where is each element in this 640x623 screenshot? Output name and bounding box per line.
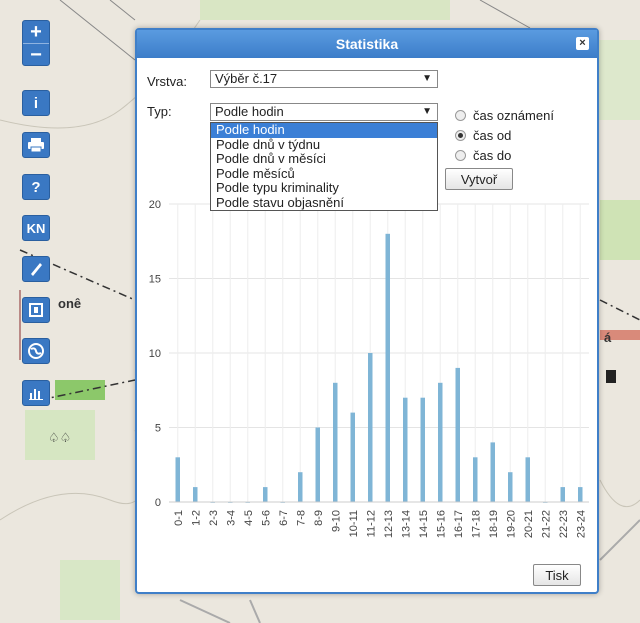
x-tick-label: 11-12 <box>365 510 377 537</box>
chart-bar <box>473 457 478 502</box>
chart-bar <box>333 382 338 502</box>
dialog-title: Statistika <box>335 36 399 52</box>
statistics-chart: 0 5 10 15 20 0-1 1-2 2-3 3-4 4-5 5-6 6-7 7-8 8-9 9-10 1… <box>149 199 589 538</box>
x-tick-label: 6-7 <box>278 510 290 526</box>
create-button[interactable]: Vytvoř <box>445 168 513 190</box>
x-tick-label: 2-3 <box>208 510 220 526</box>
type-option[interactable]: Podle hodin <box>211 122 437 138</box>
chart-bar <box>350 412 355 502</box>
chart-bar <box>490 442 495 502</box>
chart-bar <box>420 397 425 502</box>
globe-icon[interactable] <box>22 338 50 364</box>
chart-bar <box>560 487 565 502</box>
zoom-out-icon[interactable]: − <box>23 44 49 66</box>
x-tick-label: 0-1 <box>173 510 185 526</box>
chart-bar <box>455 367 460 502</box>
radio-button[interactable] <box>455 130 466 141</box>
cadastre-icon[interactable]: KN <box>22 215 50 241</box>
y-tick-label: 15 <box>149 274 161 286</box>
chart-bar <box>525 457 530 502</box>
dialog-titlebar[interactable]: Statistika × <box>137 30 597 58</box>
chart-bar <box>263 487 268 502</box>
type-label: Typ: <box>147 104 172 119</box>
radio-label: čas oznámení <box>473 108 554 123</box>
x-tick-label: 10-11 <box>348 510 360 537</box>
x-tick-label: 15-16 <box>435 510 447 538</box>
type-option[interactable]: Podle typu kriminality <box>211 180 437 196</box>
y-tick-label: 20 <box>149 199 161 211</box>
chart-bar <box>193 487 198 502</box>
radio-cas-od[interactable]: čas od <box>455 128 511 143</box>
y-tick-label: 10 <box>149 348 161 360</box>
print-icon[interactable] <box>22 132 50 158</box>
radio-label: čas do <box>473 148 512 163</box>
chart-bar <box>438 382 443 502</box>
x-tick-label: 3-4 <box>225 510 237 526</box>
chevron-down-icon: ▼ <box>422 73 432 84</box>
radio-cas-oznameni[interactable]: čas oznámení <box>455 108 554 123</box>
chart-bar <box>315 427 320 502</box>
layer-select[interactable]: Výběr č.17 ▼ <box>210 70 438 88</box>
zoom-control: + − <box>22 20 50 66</box>
x-tick-label: 7-8 <box>295 510 307 526</box>
svg-text:♤♤: ♤♤ <box>48 430 71 445</box>
type-dropdown-list: Podle hodin Podle dnů v týdnu Podle dnů … <box>210 122 438 211</box>
x-tick-label: 17-18 <box>470 510 482 538</box>
x-tick-label: 1-2 <box>190 510 202 526</box>
radio-button[interactable] <box>455 150 466 161</box>
draw-icon[interactable] <box>22 256 50 282</box>
gas-station-icon <box>606 370 616 383</box>
chart-bar <box>508 472 513 502</box>
radio-cas-do[interactable]: čas do <box>455 148 511 163</box>
chart-bar <box>403 397 408 502</box>
type-option[interactable]: Podle stavu objasnění <box>211 195 437 211</box>
print-button[interactable]: Tisk <box>533 564 581 586</box>
help-icon[interactable]: ? <box>22 174 50 200</box>
x-tick-label: 8-9 <box>313 510 325 526</box>
x-tick-label: 13-14 <box>400 510 412 538</box>
close-icon[interactable]: × <box>576 37 589 50</box>
info-icon[interactable]: i <box>22 90 50 116</box>
x-tick-label: 18-19 <box>488 510 500 538</box>
type-select[interactable]: Podle hodin ▼ <box>210 103 438 121</box>
layer-select-value: Výběr č.17 <box>215 71 278 86</box>
x-tick-label: 23-24 <box>575 510 587 538</box>
chart-bar <box>298 472 303 502</box>
type-option[interactable]: Podle dnů v měsíci <box>211 151 437 167</box>
x-tick-label: 4-5 <box>243 510 255 526</box>
chart-bar <box>368 353 373 502</box>
statistics-dialog: Statistika × Vrstva: Výběr č.17 ▼ Typ: P… <box>135 28 599 594</box>
x-tick-label: 12-13 <box>383 510 395 538</box>
chart-bar <box>578 487 583 502</box>
radio-button[interactable] <box>455 110 466 121</box>
type-option[interactable]: Podle měsíců <box>211 166 437 182</box>
layers-icon[interactable] <box>22 297 50 323</box>
layer-label: Vrstva: <box>147 74 187 89</box>
x-tick-label: 14-15 <box>418 510 430 538</box>
y-tick-label: 0 <box>155 497 161 509</box>
x-tick-label: 21-22 <box>540 510 552 538</box>
y-tick-label: 5 <box>155 423 161 435</box>
chart-bar <box>175 457 180 502</box>
svg-text:á: á <box>604 330 612 345</box>
x-tick-label: 22-23 <box>558 510 570 538</box>
x-tick-label: 5-6 <box>260 510 272 526</box>
x-tick-label: 16-17 <box>453 510 465 538</box>
type-option[interactable]: Podle dnů v týdnu <box>211 137 437 153</box>
type-select-value: Podle hodin <box>215 104 284 119</box>
x-tick-label: 20-21 <box>523 510 535 538</box>
x-tick-label: 9-10 <box>330 510 342 532</box>
radio-label: čas od <box>473 128 512 143</box>
zoom-in-icon[interactable]: + <box>23 21 49 44</box>
x-tick-label: 19-20 <box>505 510 517 538</box>
map-place-label: onê <box>58 296 82 311</box>
chevron-down-icon: ▼ <box>422 106 432 117</box>
statistics-icon[interactable] <box>22 380 50 406</box>
chart-bar <box>385 233 390 503</box>
